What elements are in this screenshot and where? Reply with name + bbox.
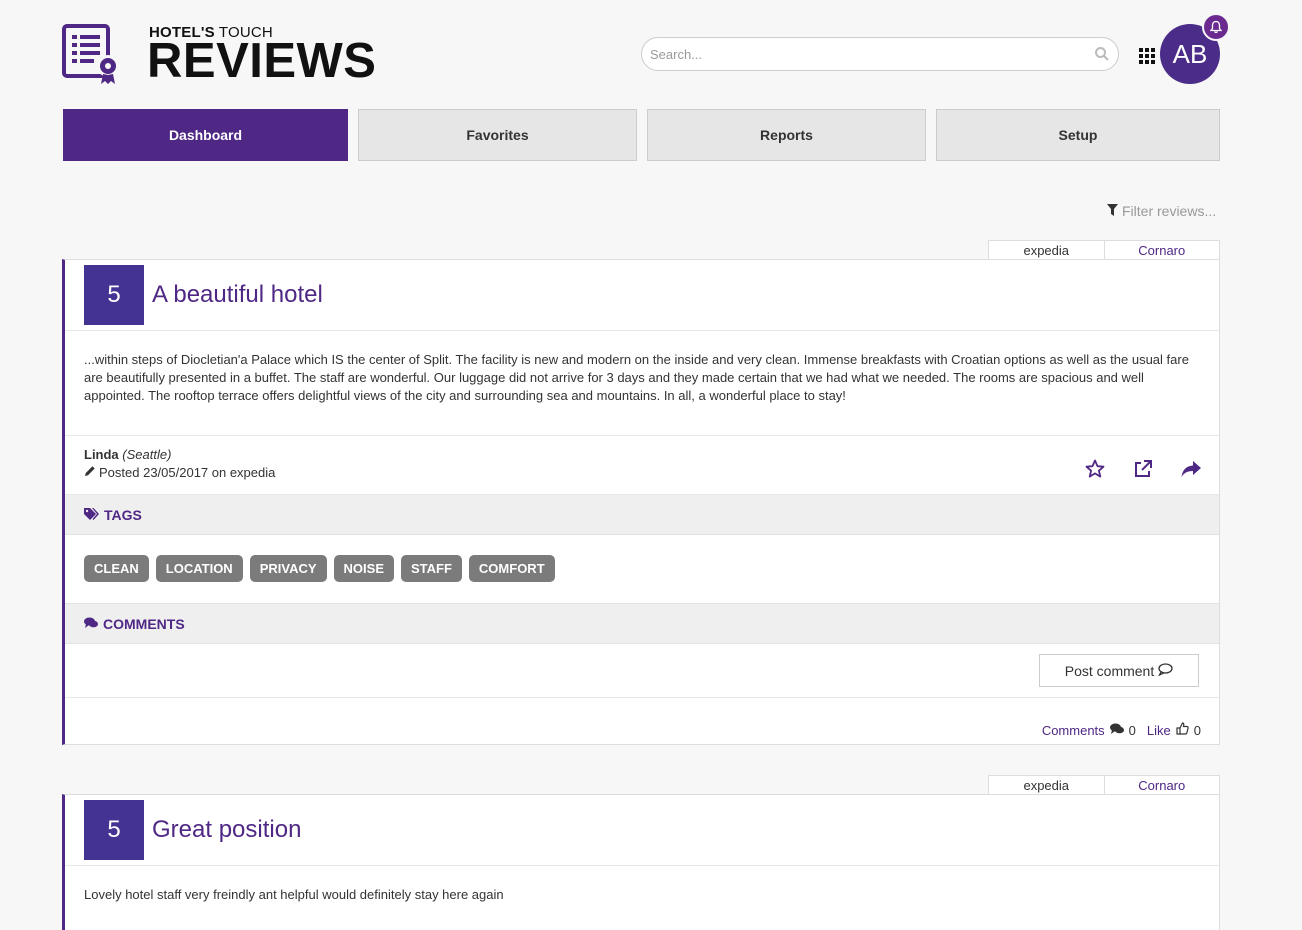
thumbs-up-icon: [1176, 722, 1189, 738]
comments-link[interactable]: Comments: [1042, 723, 1105, 738]
tags-heading: TAGS: [104, 507, 142, 523]
tag-chip[interactable]: CLEAN: [84, 555, 149, 582]
app-logo-icon: [62, 24, 120, 86]
comments-heading: COMMENTS: [103, 616, 185, 632]
tags-list: CLEAN LOCATION PRIVACY NOISE STAFF COMFO…: [65, 535, 1219, 604]
tab-favorites[interactable]: Favorites: [358, 109, 637, 161]
post-comment-button[interactable]: Post comment: [1039, 654, 1199, 687]
notification-bell-icon[interactable]: [1202, 13, 1230, 41]
author-location: (Seattle): [122, 447, 172, 462]
review-source[interactable]: expedia: [989, 241, 1105, 260]
review-posted: Posted 23/05/2017 on expedia: [84, 465, 275, 480]
brand-title: REVIEWS: [147, 34, 377, 88]
review-title: A beautiful hotel: [152, 281, 323, 308]
comments-count-icon: [1109, 723, 1124, 738]
tag-chip[interactable]: LOCATION: [155, 555, 243, 582]
speech-bubble-icon: [1158, 662, 1173, 679]
tab-reports[interactable]: Reports: [647, 109, 926, 161]
search-box: [641, 37, 1119, 71]
post-comment-label: Post comment: [1064, 662, 1155, 679]
review-author: Linda (Seattle): [84, 447, 171, 462]
like-link[interactable]: Like: [1147, 723, 1171, 738]
review-hotel[interactable]: Cornaro: [1105, 241, 1220, 260]
tab-setup[interactable]: Setup: [936, 109, 1220, 161]
tab-dashboard[interactable]: Dashboard: [63, 109, 348, 161]
review-score: 5: [84, 265, 144, 325]
tags-section-header: TAGS: [65, 495, 1219, 535]
tag-chip[interactable]: STAFF: [401, 555, 462, 582]
review-source[interactable]: expedia: [989, 776, 1105, 795]
search-input[interactable]: [650, 38, 1090, 70]
pencil-icon: [84, 465, 96, 480]
review-hotel[interactable]: Cornaro: [1105, 776, 1220, 795]
comments-count: 0: [1128, 722, 1136, 738]
review-text: Lovely hotel staff very freindly ant hel…: [84, 887, 504, 902]
comments-section-header: COMMENTS: [65, 604, 1219, 644]
comment-area: Post comment: [65, 644, 1219, 698]
review-actions: [1084, 458, 1202, 480]
review-header: 5 Great position: [65, 795, 1219, 866]
like-count: 0: [1193, 722, 1201, 738]
review-counts: Comments 0 Like 0: [1042, 722, 1201, 738]
review-footer: Comments 0 Like 0: [65, 698, 1219, 744]
tag-chip[interactable]: COMFORT: [468, 555, 555, 582]
review-title: Great position: [152, 816, 302, 843]
review-source-tabs: expedia Cornaro: [988, 775, 1220, 795]
filter-icon: [1107, 203, 1118, 219]
review-header: 5 A beautiful hotel: [65, 260, 1219, 331]
review-author-row: Linda (Seattle) Posted 23/05/2017 on exp…: [65, 436, 1219, 495]
comments-icon: [84, 616, 98, 632]
review-text: ...within steps of Diocletian'a Palace w…: [65, 331, 1219, 436]
filter-reviews[interactable]: Filter reviews...: [1107, 203, 1216, 219]
tag-chip[interactable]: NOISE: [333, 555, 394, 582]
filter-label: Filter reviews...: [1122, 203, 1217, 219]
review-card: 5 Great position Lovely hotel staff very…: [62, 794, 1220, 930]
posted-text: Posted 23/05/2017 on expedia: [99, 465, 276, 480]
author-name: Linda: [84, 447, 119, 462]
review-source-tabs: expedia Cornaro: [988, 240, 1220, 260]
share-icon[interactable]: [1180, 458, 1202, 480]
search-icon[interactable]: [1094, 46, 1110, 62]
favorite-star-icon[interactable]: [1084, 458, 1106, 480]
review-score: 5: [84, 800, 144, 860]
external-link-icon[interactable]: [1132, 458, 1154, 480]
tag-chip[interactable]: PRIVACY: [249, 555, 327, 582]
review-card: 5 A beautiful hotel ...within steps of D…: [62, 259, 1220, 745]
tags-icon: [84, 507, 99, 523]
apps-grid-icon[interactable]: [1139, 48, 1155, 64]
